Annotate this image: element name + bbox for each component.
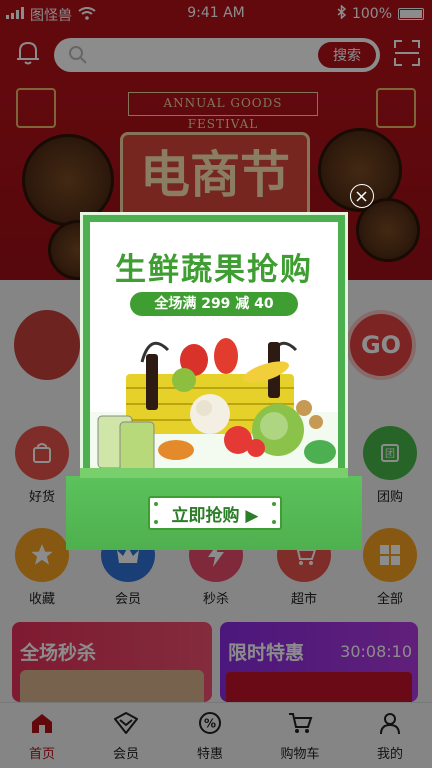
rivet-decoration bbox=[272, 520, 276, 524]
close-icon bbox=[351, 186, 373, 207]
grocery-basket-image bbox=[90, 322, 338, 480]
popup-subtitle: 全场满 299 减 40 bbox=[130, 292, 298, 316]
close-popup-button[interactable] bbox=[350, 184, 374, 208]
popup-base: 立即抢购 ▶ bbox=[66, 476, 362, 550]
rivet-decoration bbox=[272, 502, 276, 506]
rivet-decoration bbox=[154, 520, 158, 524]
grab-now-label: 立即抢购 ▶ bbox=[172, 506, 259, 526]
promo-popup: 生鲜蔬果抢购 全场满 299 减 40 bbox=[66, 212, 362, 550]
rivet-decoration bbox=[154, 502, 158, 506]
popup-title: 生鲜蔬果抢购 bbox=[90, 244, 338, 289]
grab-now-button[interactable]: 立即抢购 ▶ bbox=[148, 496, 282, 530]
popup-content: 生鲜蔬果抢购 全场满 299 减 40 bbox=[90, 222, 338, 480]
